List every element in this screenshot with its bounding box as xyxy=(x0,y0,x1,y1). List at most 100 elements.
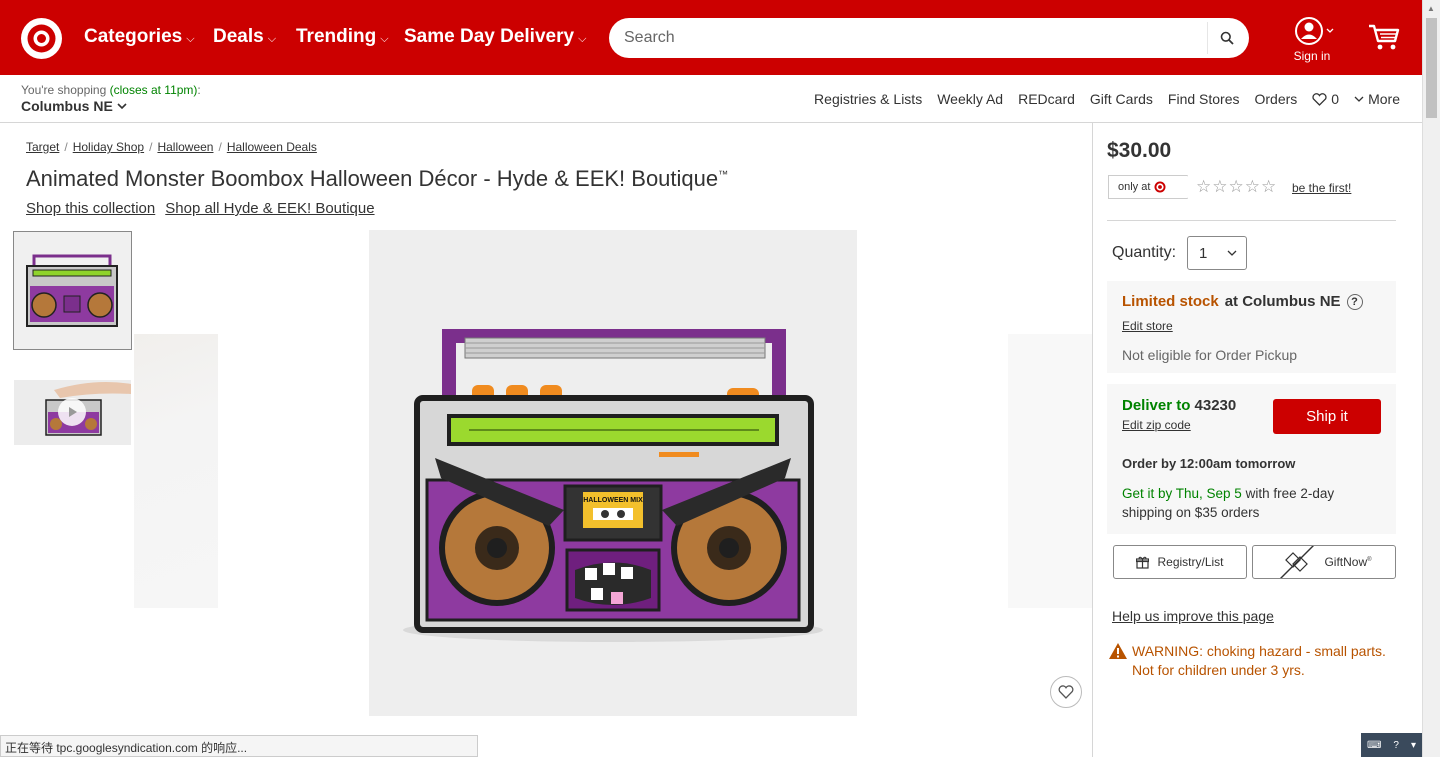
system-tray: ⌨ ? ▾ xyxy=(1361,733,1422,757)
nav-categories[interactable]: Categories ⌵ xyxy=(84,26,195,48)
star-icon: ☆ xyxy=(1228,177,1244,196)
quantity-value: 1 xyxy=(1199,244,1208,262)
cassette-label: HALLOWEEN MIX xyxy=(583,497,643,504)
chevron-down-icon: ⌵ xyxy=(380,32,389,45)
stock-location: at Columbus NE xyxy=(1224,293,1341,310)
add-to-favorites-button[interactable] xyxy=(1050,676,1082,708)
more-menu[interactable]: More xyxy=(1354,91,1400,107)
order-by-deadline: Order by 12:00am tomorrow xyxy=(1122,456,1296,471)
heart-icon xyxy=(1058,685,1074,699)
boombox-image: HALLOWEEN MIX xyxy=(369,230,857,716)
shop-all-brand-link[interactable]: Shop all Hyde & EEK! Boutique xyxy=(165,200,374,217)
shopping-prefix: You're shopping xyxy=(21,83,107,97)
carousel-previous-image[interactable] xyxy=(134,334,218,608)
panel-divider xyxy=(1092,123,1093,757)
giftnow-label: GiftNow® xyxy=(1324,555,1371,569)
giftnow-label-text: GiftNow xyxy=(1324,555,1368,569)
chevron-down-icon xyxy=(1227,250,1237,256)
help-icon[interactable]: ? xyxy=(1393,740,1399,751)
delivery-date: Get it by Thu, Sep 5 xyxy=(1122,486,1242,501)
search-button[interactable] xyxy=(1207,22,1245,54)
boombox-thumbnail-image xyxy=(14,232,131,349)
store-name: Columbus NE xyxy=(21,98,113,114)
ship-it-button[interactable]: Ship it xyxy=(1273,399,1381,434)
search-input[interactable] xyxy=(609,20,1199,56)
link-orders[interactable]: Orders xyxy=(1255,91,1298,107)
chevron-down-icon: ⌵ xyxy=(186,32,195,45)
wishlist-count: 0 xyxy=(1331,91,1340,107)
rating-stars[interactable]: ☆ ☆ ☆ ☆ ☆ xyxy=(1196,177,1276,197)
quantity-select[interactable]: 1 xyxy=(1187,236,1247,270)
scrollbar-thumb[interactable] xyxy=(1426,18,1437,118)
star-icon: ☆ xyxy=(1212,177,1228,196)
shop-this-collection-link[interactable]: Shop this collection xyxy=(26,200,155,217)
chevron-down-icon xyxy=(117,102,127,109)
nav-deals[interactable]: Deals ⌵ xyxy=(213,26,276,48)
browser-status-bar: 正在等待 tpc.googlesyndication.com 的响应... xyxy=(0,735,478,757)
search-icon xyxy=(1220,31,1234,45)
search-bar xyxy=(609,18,1249,58)
heart-icon xyxy=(1312,92,1327,106)
thumbnail-1[interactable] xyxy=(13,231,132,350)
utility-links: Registries & Lists Weekly Ad REDcard Gif… xyxy=(814,91,1400,107)
link-redcard[interactable]: REDcard xyxy=(1018,91,1075,107)
nav-trending[interactable]: Trending ⌵ xyxy=(296,26,389,48)
shipping-panel: Deliver to 43230 Edit zip code Ship it O… xyxy=(1107,384,1396,534)
store-utility-bar: You're shopping (closes at 11pm): Columb… xyxy=(0,75,1422,123)
nav-deals-label: Deals xyxy=(213,26,264,47)
link-weekly-ad[interactable]: Weekly Ad xyxy=(937,91,1003,107)
link-find-stores[interactable]: Find Stores xyxy=(1168,91,1240,107)
nav-same-day-delivery[interactable]: Same Day Delivery ⌵ xyxy=(404,26,586,48)
gift-icon xyxy=(1136,556,1150,569)
top-nav-bar: Categories ⌵ Deals ⌵ Trending ⌵ Same Day… xyxy=(0,0,1422,75)
store-hours: (closes at 11pm) xyxy=(109,83,198,97)
deliver-label: Deliver to xyxy=(1122,397,1191,414)
registered-mark: ® xyxy=(1367,557,1372,563)
main-product-image[interactable]: HALLOWEEN MIX xyxy=(369,230,857,716)
chevron-down-icon xyxy=(1354,96,1364,102)
breadcrumb-halloween-deals[interactable]: Halloween Deals xyxy=(227,140,317,154)
breadcrumb-halloween[interactable]: Halloween xyxy=(157,140,213,154)
edit-zip-link[interactable]: Edit zip code xyxy=(1122,418,1191,432)
store-pickup-panel: Limited stock at Columbus NE ? Edit stor… xyxy=(1107,281,1396,373)
star-icon: ☆ xyxy=(1244,177,1260,196)
product-title-text: Animated Monster Boombox Halloween Décor… xyxy=(26,166,719,191)
shopping-colon: : xyxy=(197,83,201,97)
cart-icon[interactable] xyxy=(1367,22,1401,52)
carousel-next-image[interactable] xyxy=(1008,334,1092,608)
link-registries-lists[interactable]: Registries & Lists xyxy=(814,91,922,107)
shopping-store-label: You're shopping (closes at 11pm): xyxy=(21,83,201,97)
write-review-link[interactable]: be the first! xyxy=(1292,181,1351,195)
breadcrumb: Target / Holiday Shop / Halloween / Hall… xyxy=(26,140,317,154)
giftnow-button[interactable]: GiftNow® xyxy=(1252,545,1396,579)
page-scrollbar[interactable]: ▲ xyxy=(1422,0,1440,757)
star-icon: ☆ xyxy=(1261,177,1277,196)
thumbnail-video[interactable] xyxy=(14,380,131,445)
only-at-label: only at xyxy=(1118,181,1151,193)
play-icon xyxy=(69,407,77,417)
deliver-to: Deliver to 43230 xyxy=(1122,397,1236,414)
registry-list-button[interactable]: Registry/List xyxy=(1113,545,1247,579)
breadcrumb-holiday-shop[interactable]: Holiday Shop xyxy=(73,140,144,154)
target-logo-icon[interactable] xyxy=(21,18,62,59)
registry-button-label: Registry/List xyxy=(1157,555,1224,569)
help-improve-link[interactable]: Help us improve this page xyxy=(1112,608,1274,624)
trademark-mark: ™ xyxy=(718,169,729,181)
sign-in-button[interactable]: Sign in xyxy=(1289,17,1335,63)
link-gift-cards[interactable]: Gift Cards xyxy=(1090,91,1153,107)
delivery-estimate: Get it by Thu, Sep 5 with free 2-day shi… xyxy=(1122,484,1382,522)
chevron-down-icon: ⌵ xyxy=(267,32,277,45)
play-button[interactable] xyxy=(58,398,86,426)
more-label: More xyxy=(1368,91,1400,107)
tray-menu-icon[interactable]: ▾ xyxy=(1411,740,1416,751)
nav-trending-label: Trending xyxy=(296,26,377,47)
store-selector[interactable]: Columbus NE xyxy=(21,98,127,114)
choking-warning: WARNING: choking hazard - small parts. N… xyxy=(1108,642,1402,680)
breadcrumb-target[interactable]: Target xyxy=(26,140,59,154)
scroll-up-arrow-icon[interactable]: ▲ xyxy=(1427,4,1435,13)
edit-store-link[interactable]: Edit store xyxy=(1122,319,1173,333)
help-question-icon[interactable]: ? xyxy=(1346,293,1363,310)
giftnow-icon xyxy=(1280,546,1315,578)
keyboard-icon[interactable]: ⌨ xyxy=(1367,740,1381,751)
wishlist-link[interactable]: 0 xyxy=(1312,91,1339,107)
